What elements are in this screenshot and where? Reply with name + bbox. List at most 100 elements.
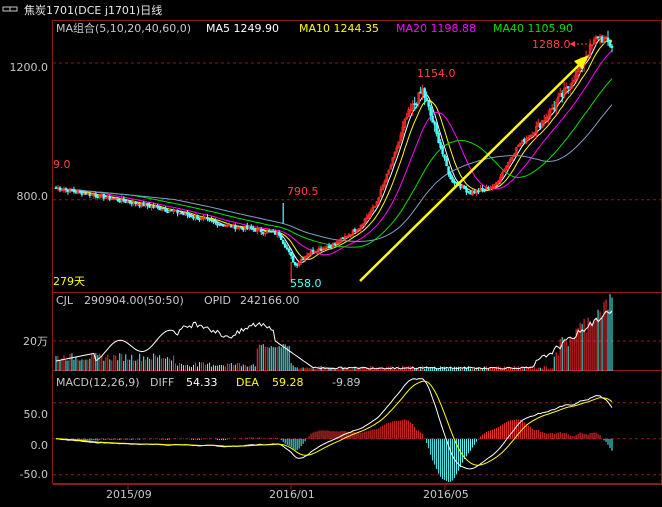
candle-body (214, 220, 217, 223)
candle-body (487, 187, 490, 190)
price-legend: MA组合(5,10,20,40,60,0) MA5 1249.90 MA10 124… (56, 21, 573, 35)
candle-body (311, 249, 315, 253)
macd-tick-neg50: -50.0 (20, 468, 48, 481)
candle-body (455, 181, 458, 184)
candle-body (234, 225, 237, 230)
candle-body (72, 189, 76, 192)
candle-body (166, 211, 169, 214)
vol-tick-20wan: 20万 (23, 335, 48, 348)
candle-body (353, 229, 357, 232)
candle-body (74, 191, 78, 193)
candle-body (435, 124, 438, 134)
x-tick-2016-05: 2016/05 (423, 488, 469, 501)
legend-dea-value: 59.28 (272, 376, 304, 389)
candle-body (267, 230, 271, 233)
candle-body (176, 210, 179, 214)
macd-tick-50: 50.0 (24, 408, 49, 421)
candlestick-chart[interactable]: 焦炭1701(DCE j1701)日线 MA组合(5,10,20,40,60,0… (0, 0, 662, 503)
candle-body (273, 231, 277, 235)
legend-cjl: CJL (56, 294, 74, 307)
candle-body (293, 262, 297, 266)
candle-body (230, 225, 233, 228)
candle-body (423, 88, 426, 99)
candle-body (58, 187, 62, 191)
candle-body (102, 194, 106, 199)
candle-body (94, 193, 98, 198)
candle-body (152, 205, 155, 208)
candle-body (116, 198, 120, 201)
candle-body (148, 204, 151, 208)
candle-body (419, 91, 422, 94)
candle-body (289, 251, 293, 256)
candle-body (271, 230, 275, 233)
legend-ma40: MA40 1105.90 (493, 22, 573, 35)
candle-body (260, 228, 263, 233)
candle-body (465, 188, 468, 193)
legend-macd-value: -9.89 (332, 376, 360, 389)
candle-body (429, 107, 432, 116)
legend-macd: MACD(12,26,9) (56, 376, 140, 389)
candle-body (281, 240, 285, 244)
high-label-1288: 1288.0 (532, 38, 571, 51)
candle-body (70, 189, 74, 192)
candle-body (279, 235, 283, 240)
candle-body (443, 154, 446, 159)
candle-body (158, 207, 161, 211)
candle-body (246, 225, 249, 230)
candle-body (481, 188, 484, 190)
candle-body (447, 166, 450, 175)
candle-body (218, 223, 221, 226)
x-tick-2016-01: 2016/01 (269, 488, 315, 501)
candle-body (138, 204, 141, 207)
candle-body (473, 190, 476, 194)
candle-body (301, 258, 305, 261)
candle-body (608, 41, 612, 47)
candle-body (415, 103, 418, 106)
legend-opid-value: 242166.00 (240, 294, 300, 307)
candle-body (596, 36, 600, 39)
candle-body (295, 264, 299, 266)
chart-root: 焦炭1701(DCE j1701)日线 MA组合(5,10,20,40,60,0… (0, 0, 662, 503)
candle-body (451, 177, 454, 183)
candle-body (341, 237, 345, 239)
candle-body (96, 195, 100, 198)
candle-body (124, 201, 127, 203)
candle-body (142, 202, 145, 207)
candle-body (190, 214, 193, 218)
candle-body (431, 116, 434, 123)
candle-body (439, 142, 442, 149)
candle-body (277, 231, 281, 236)
candle-body (206, 216, 209, 220)
candle-body (118, 200, 122, 203)
candle-body (188, 215, 191, 217)
candle-body (122, 198, 126, 202)
candle-body (437, 133, 440, 143)
candle-body (539, 123, 542, 129)
candle-body (453, 180, 456, 184)
candle-body (134, 202, 137, 205)
candle-body (285, 247, 289, 250)
candle-body (254, 228, 257, 232)
legend-diff-value: 54.33 (186, 376, 218, 389)
candle-body (560, 92, 564, 97)
candle-body (54, 187, 58, 190)
candle-body (523, 138, 526, 142)
legend-diff: DIFF (150, 376, 174, 389)
legend-ma20: MA20 1198.88 (396, 22, 476, 35)
candle-body (425, 97, 428, 101)
legend-dea: DEA (236, 376, 259, 389)
candle-body (220, 224, 223, 226)
candle-body (196, 214, 199, 220)
candle-body (164, 207, 167, 212)
volume-legend: CJL 290904.00(50:50) OPID 242166.00 (56, 294, 300, 307)
legend-cjl-value: 290904.00(50:50) (84, 294, 184, 307)
candle-body (80, 191, 84, 195)
legend-opid: OPID (204, 294, 231, 307)
candle-body (128, 200, 131, 204)
candle-body (66, 189, 70, 193)
candle-body (212, 220, 215, 223)
candle-body (198, 218, 201, 221)
legend-ma10: MA10 1244.35 (299, 22, 379, 35)
candle-body (327, 245, 331, 248)
candle-body (445, 158, 448, 167)
